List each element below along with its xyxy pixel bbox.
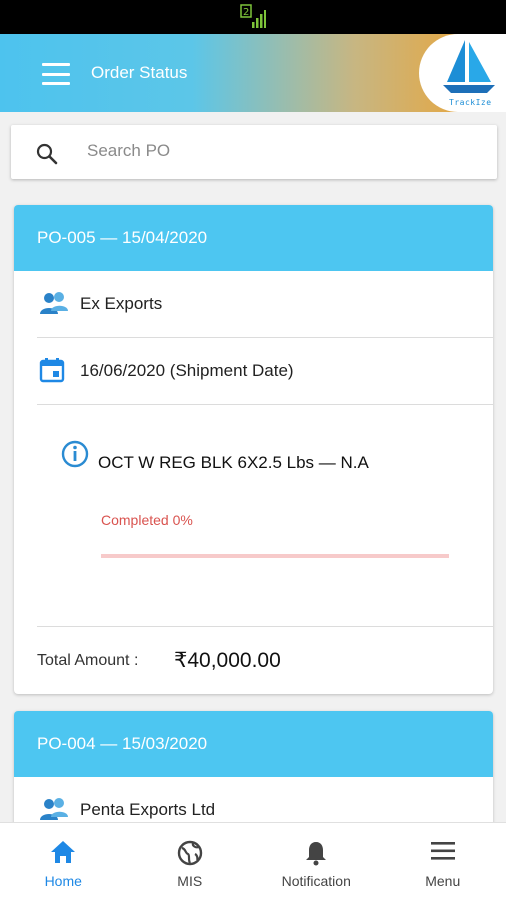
order-header: PO-005 — 15/04/2020	[14, 205, 493, 271]
nav-mis-label: MIS	[177, 873, 203, 889]
app-bar: Order Status TrackIze	[0, 34, 506, 112]
buyer-row: Ex Exports	[37, 271, 493, 338]
progress-bar	[101, 554, 449, 558]
nav-home[interactable]: Home	[0, 823, 127, 900]
info-icon[interactable]	[61, 440, 89, 468]
sailboat-icon	[443, 40, 495, 93]
globe-icon	[177, 840, 202, 866]
shipment-date: 16/06/2020 (Shipment Date)	[80, 361, 294, 380]
menu-lines-icon	[430, 842, 455, 860]
shipment-row: 16/06/2020 (Shipment Date)	[37, 338, 493, 405]
total-row: Total Amount : ₹40,000.00	[14, 627, 493, 694]
item-detail: OCT W REG BLK 6X2.5 Lbs — N.A Completed …	[37, 405, 493, 627]
people-icon	[40, 798, 68, 820]
trackize-logo: TrackIze	[419, 34, 506, 112]
search-input[interactable]	[87, 137, 467, 165]
hamburger-menu-icon[interactable]	[42, 63, 70, 85]
search-icon	[36, 143, 58, 165]
total-amount: ₹40,000.00	[174, 649, 281, 672]
nav-menu-label: Menu	[425, 873, 461, 889]
page-title: Order Status	[91, 63, 188, 82]
status-bar: 2	[0, 0, 506, 34]
bottom-nav: Home MIS Notification Menu	[0, 822, 506, 900]
buyer-name: Penta Exports Ltd	[80, 800, 216, 819]
signal-2-icon: 2	[240, 4, 266, 28]
bell-icon	[306, 842, 327, 866]
total-label: Total Amount :	[37, 652, 139, 669]
svg-text:2: 2	[243, 7, 249, 18]
buyer-name: Ex Exports	[80, 294, 163, 313]
order-card[interactable]: PO-005 — 15/04/2020 Ex Exports 16/06/202…	[14, 205, 493, 694]
people-icon	[40, 292, 68, 314]
nav-home-label: Home	[44, 873, 82, 889]
order-header: PO-004 — 15/03/2020	[14, 711, 493, 777]
nav-mis[interactable]: MIS	[127, 823, 254, 900]
calendar-icon	[39, 358, 65, 383]
progress-label: Completed 0%	[101, 512, 193, 528]
item-name: OCT W REG BLK 6X2.5 Lbs — N.A	[98, 453, 369, 472]
home-icon	[51, 841, 76, 863]
logo-text: TrackIze	[449, 98, 492, 107]
nav-notification[interactable]: Notification	[253, 823, 380, 900]
nav-notification-label: Notification	[281, 873, 351, 889]
nav-menu[interactable]: Menu	[380, 823, 506, 900]
search-bar	[11, 125, 497, 179]
